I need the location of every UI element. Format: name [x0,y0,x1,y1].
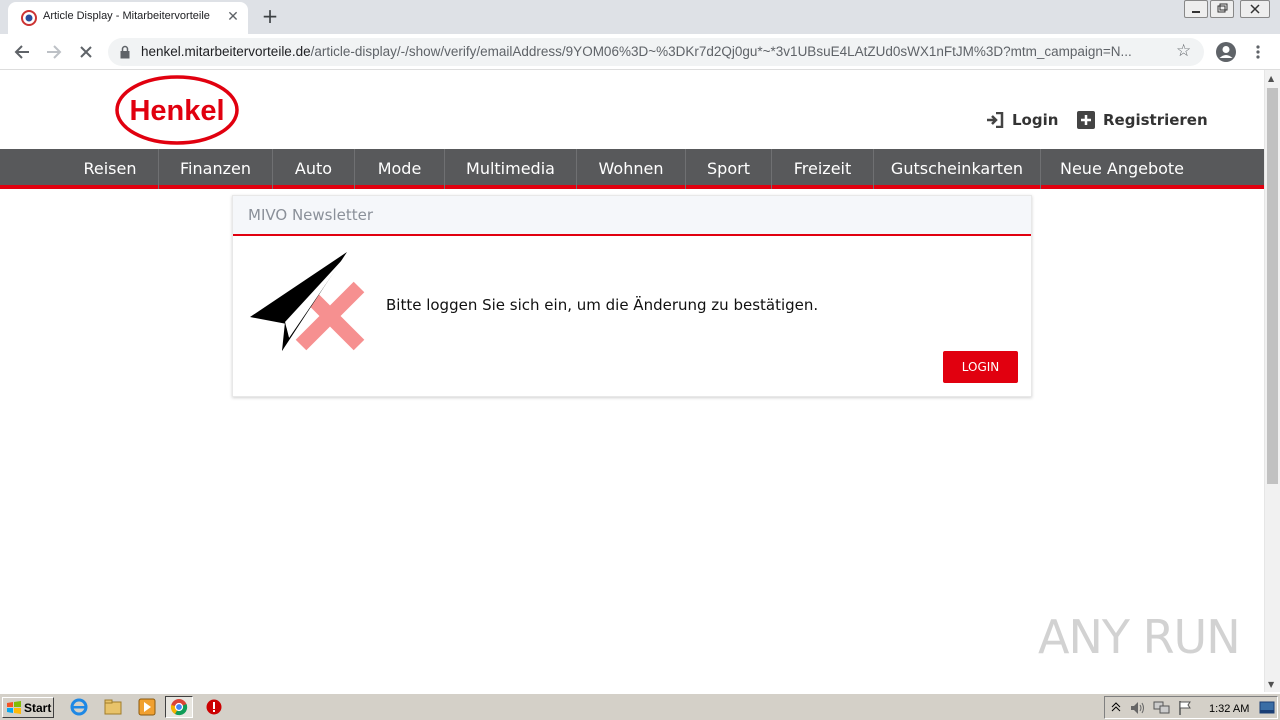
browser-toolbar: henkel.mitarbeitervorteile.de/article-di… [0,34,1280,70]
volume-icon[interactable] [1129,700,1147,716]
browser-tab[interactable]: Article Display - Mitarbeitervorteile ✕ [8,2,248,34]
system-tray: 1:32 AM [1104,696,1278,719]
network-icon[interactable] [1153,700,1171,716]
bookmark-star-icon[interactable]: ☆ [1176,41,1191,61]
media-player-icon[interactable] [138,698,156,716]
taskbar: Start 1:32 AM [0,693,1280,720]
back-icon[interactable] [10,40,34,64]
address-bar[interactable]: henkel.mitarbeitervorteile.de/article-di… [108,38,1204,66]
show-desktop-icon[interactable] [1259,701,1275,715]
paper-plane-error-icon [250,252,365,351]
login-icon [987,112,1004,128]
page-viewport: Henkel Login Registrieren Reisen Finanze… [0,70,1264,692]
nav-item-multimedia[interactable]: Multimedia [445,149,576,189]
profile-icon[interactable] [1214,40,1238,64]
tab-title: Article Display - Mitarbeitervorteile [43,10,210,22]
main-navigation: Reisen Finanzen Auto Mode Multimedia Woh… [0,149,1264,189]
lock-icon [120,45,130,59]
nav-item-sport[interactable]: Sport [686,149,771,189]
login-link[interactable]: Login [986,111,1058,129]
login-required-message: Bitte loggen Sie sich ein, um die Änderu… [386,296,819,314]
plus-square-icon [1077,111,1095,129]
new-tab-button[interactable]: + [258,6,282,28]
tab-close-icon[interactable]: ✕ [224,8,242,26]
close-window-button[interactable] [1240,0,1270,18]
card-title: MIVO Newsletter [248,206,374,224]
nav-item-freizeit[interactable]: Freizeit [772,149,873,189]
minimize-button[interactable] [1184,0,1208,18]
url-text: henkel.mitarbeitervorteile.de/article-di… [141,44,1132,59]
register-link[interactable]: Registrieren [1077,111,1208,129]
nav-item-reisen[interactable]: Reisen [62,149,158,189]
scrollbar-thumb[interactable] [1267,88,1278,484]
newsletter-card: MIVO Newsletter Bitte loggen Sie sich ei… [232,195,1032,397]
browser-tabstrip: Article Display - Mitarbeitervorteile ✕ … [0,0,1280,34]
windows-logo-icon [7,700,21,714]
scroll-down-arrow-icon[interactable]: ▼ [1268,680,1274,689]
login-label: Login [1012,111,1059,129]
start-button[interactable]: Start [2,697,54,718]
nav-item-gutscheinkarten[interactable]: Gutscheinkarten [874,149,1040,189]
chrome-icon [170,699,188,716]
stop-loading-icon[interactable] [74,40,98,64]
register-label: Registrieren [1103,111,1208,129]
login-button[interactable]: LOGIN [943,351,1018,383]
restore-button[interactable] [1210,0,1234,18]
clock[interactable]: 1:32 AM [1209,703,1249,715]
file-explorer-icon[interactable] [104,698,122,716]
forward-icon[interactable] [42,40,66,64]
nav-item-finanzen[interactable]: Finanzen [159,149,272,189]
nav-item-mode[interactable]: Mode [355,149,444,189]
anyrun-watermark: ANY RUN [1038,610,1241,664]
nav-item-wohnen[interactable]: Wohnen [577,149,685,189]
svg-text:Henkel: Henkel [129,95,224,127]
show-hidden-icons-icon[interactable] [1111,701,1121,713]
card-header: MIVO Newsletter [233,196,1031,236]
henkel-logo[interactable]: Henkel [114,75,240,145]
menu-dots-icon[interactable] [1246,40,1270,64]
action-center-flag-icon[interactable] [1177,700,1193,716]
nav-item-neue-angebote[interactable]: Neue Angebote [1041,149,1203,189]
start-label: Start [24,700,52,715]
red-stop-icon[interactable] [205,698,223,716]
scroll-up-arrow-icon[interactable]: ▲ [1268,74,1274,83]
internet-explorer-icon[interactable] [70,698,88,716]
nav-item-auto[interactable]: Auto [273,149,354,189]
site-favicon-icon [21,10,37,26]
chrome-taskbar-button[interactable] [165,696,193,718]
